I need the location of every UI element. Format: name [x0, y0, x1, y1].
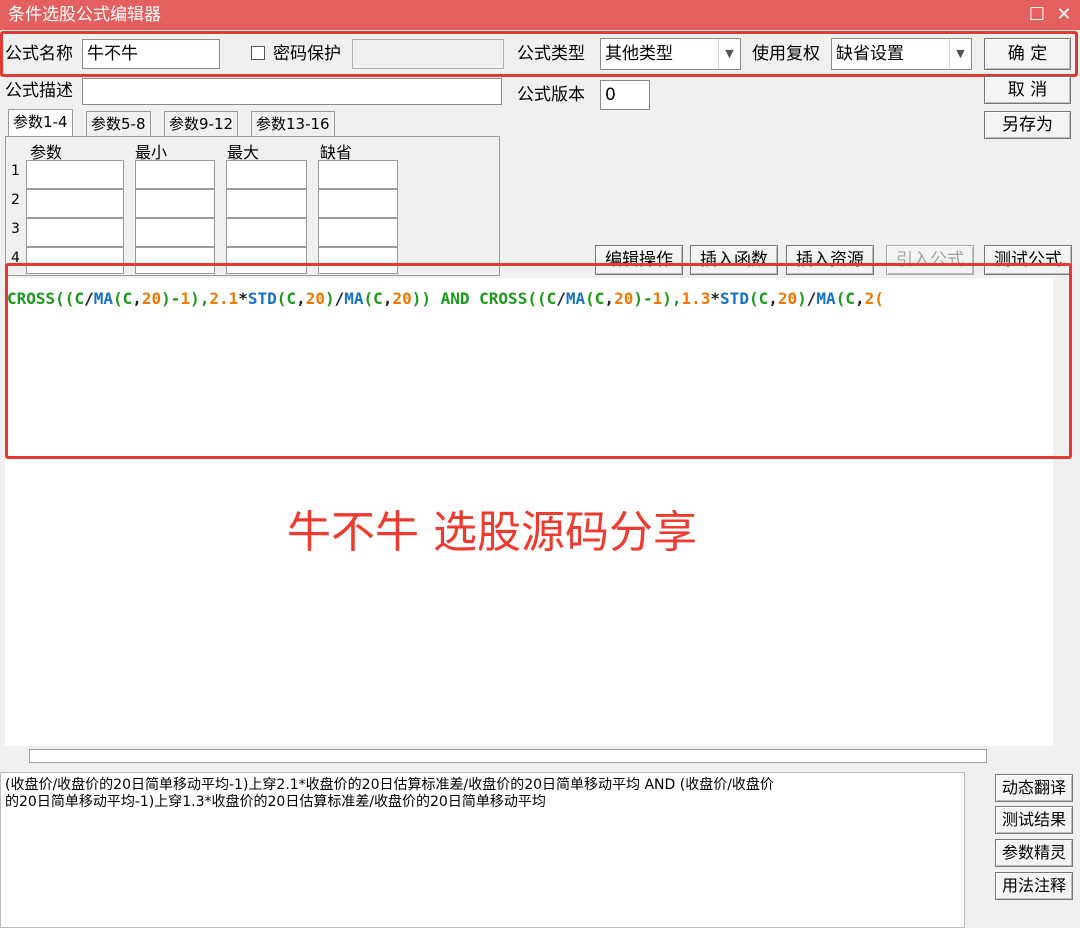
param-name-input[interactable] — [26, 218, 124, 247]
close-icon[interactable]: ✕ — [1052, 0, 1076, 30]
formula-desc-label: 公式描述 — [5, 81, 73, 101]
version-input[interactable]: 0 — [600, 80, 650, 110]
overlay-caption: 牛不牛 选股源码分享 — [287, 507, 697, 558]
param-default-input[interactable] — [318, 189, 398, 218]
tab-params-1-4[interactable]: 参数1-4 — [8, 109, 73, 137]
param-row-number: 2 — [11, 192, 20, 208]
tab-params-9-12[interactable]: 参数9-12 — [164, 111, 239, 137]
param-name-input[interactable] — [26, 189, 124, 218]
translation-output: (收盘价/收盘价的20日简单移动平均-1)上穿2.1*收盘价的20日估算标准差/… — [0, 772, 965, 928]
param-min-input[interactable] — [135, 189, 215, 218]
translation-line: (收盘价/收盘价的20日简单移动平均-1)上穿2.1*收盘价的20日估算标准差/… — [5, 777, 774, 793]
test-result-button[interactable]: 测试结果 — [995, 806, 1073, 834]
title-bar: 条件选股公式编辑器 — [0, 0, 1080, 30]
scrollbar-track[interactable] — [29, 749, 987, 763]
param-max-input[interactable] — [226, 160, 307, 189]
param-default-input[interactable] — [318, 218, 398, 247]
param-min-input[interactable] — [135, 218, 215, 247]
dynamic-translate-button[interactable]: 动态翻译 — [995, 774, 1073, 802]
maximize-icon[interactable]: ☐ — [1025, 0, 1049, 30]
version-label: 公式版本 — [517, 85, 585, 105]
param-min-input[interactable] — [135, 160, 215, 189]
tab-params-13-16[interactable]: 参数13-16 — [251, 111, 335, 137]
param-default-input[interactable] — [318, 160, 398, 189]
window-title: 条件选股公式编辑器 — [8, 5, 161, 25]
param-max-input[interactable] — [226, 189, 307, 218]
translation-line: 的20日简单移动平均-1)上穿1.3*收盘价的20日估算标准差/收盘价的20日简… — [5, 794, 546, 810]
param-name-input[interactable] — [26, 160, 124, 189]
param-row-number: 1 — [11, 163, 20, 179]
param-row-number: 3 — [11, 221, 20, 237]
save-as-button[interactable]: 另存为 — [984, 111, 1071, 139]
highlight-frame-top — [0, 31, 1078, 77]
param-wizard-button[interactable]: 参数精灵 — [995, 839, 1073, 867]
highlight-frame-code — [5, 263, 1072, 459]
formula-desc-input[interactable] — [82, 78, 502, 105]
usage-notes-button[interactable]: 用法注释 — [995, 872, 1073, 900]
param-max-input[interactable] — [226, 218, 307, 247]
tab-params-5-8[interactable]: 参数5-8 — [86, 111, 151, 137]
horizontal-scrollbar[interactable] — [5, 746, 1053, 766]
cancel-button[interactable]: 取 消 — [984, 76, 1071, 104]
